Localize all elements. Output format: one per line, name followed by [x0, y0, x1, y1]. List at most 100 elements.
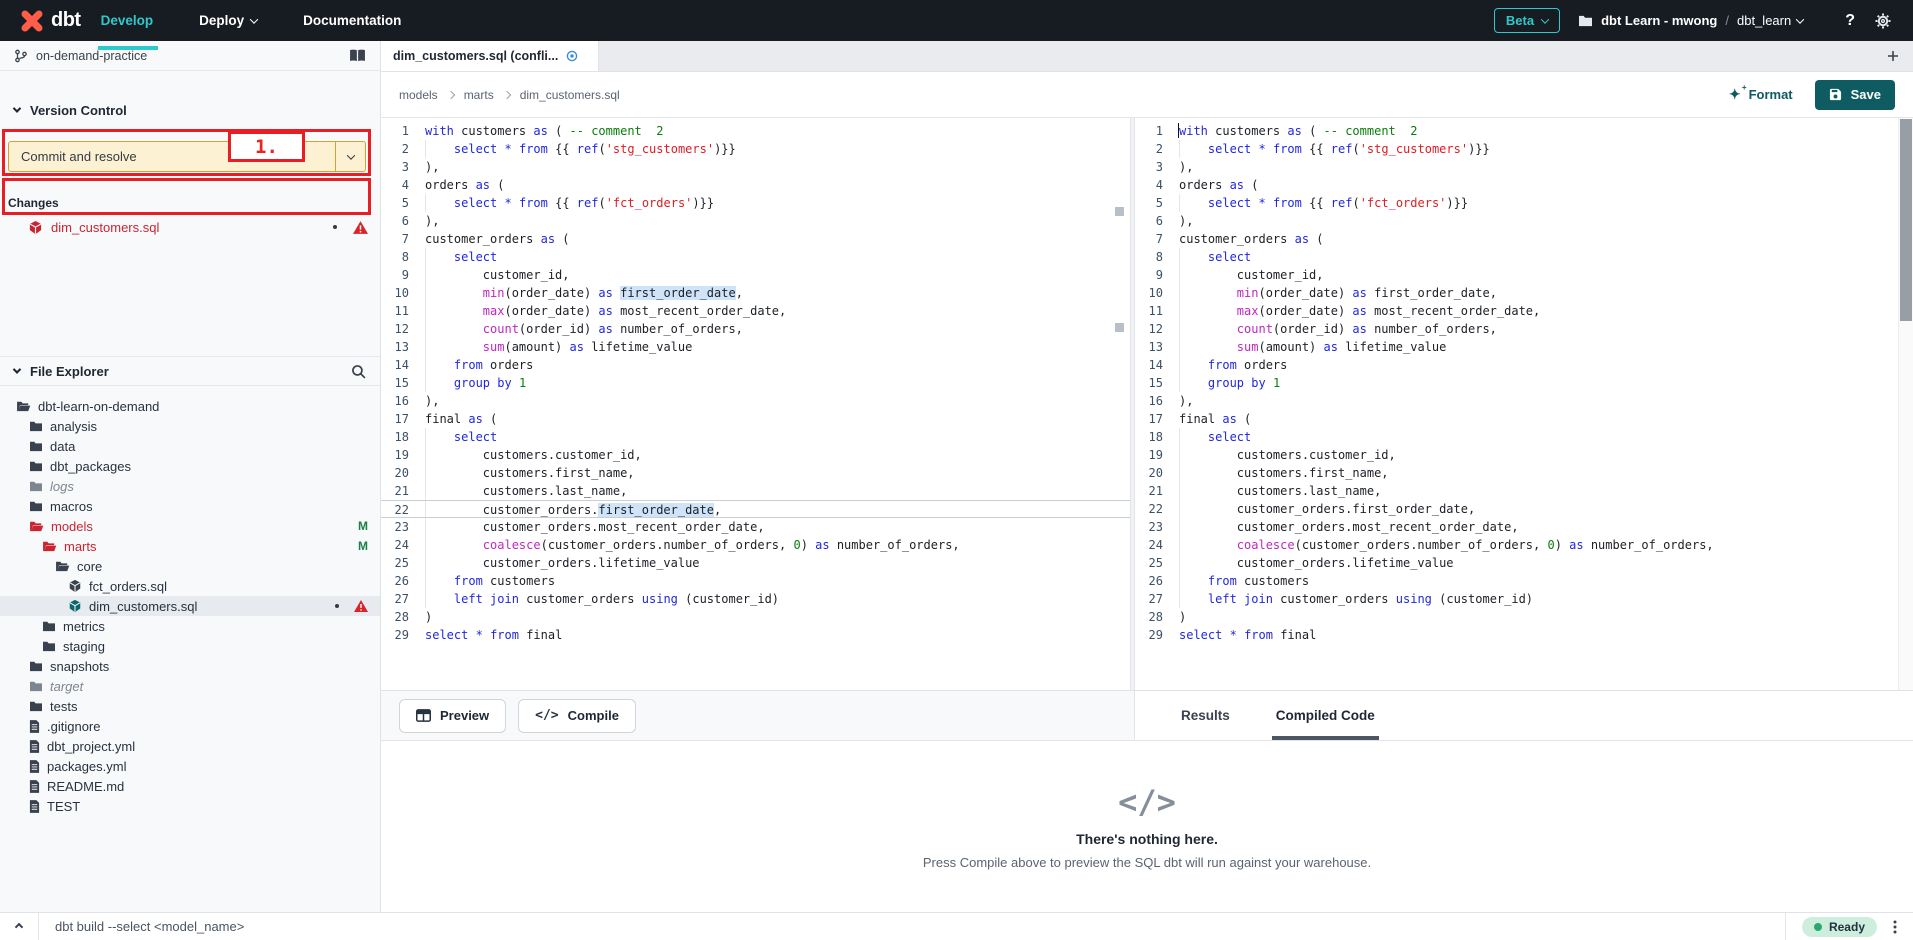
code-line: 18 select — [381, 428, 1130, 446]
code-line: 20 customers.first_name, — [381, 464, 1130, 482]
tree-item[interactable]: snapshots — [0, 656, 380, 676]
chevron-down-icon — [346, 151, 354, 159]
tree-item[interactable]: core — [0, 556, 380, 576]
nav-item-develop[interactable]: Develop — [101, 13, 154, 28]
code-line: 29select * from final — [1135, 626, 1913, 644]
tree-item[interactable]: target — [0, 676, 380, 696]
line-number: 15 — [381, 374, 421, 392]
chevron-up-icon[interactable] — [15, 922, 23, 930]
chevron-down-icon — [1796, 15, 1804, 23]
tree-item[interactable]: dim_customers.sql — [0, 596, 380, 616]
new-tab-button[interactable] — [1873, 41, 1913, 71]
commit-split-button: Commit and resolve — [8, 141, 366, 172]
tree-item[interactable]: analysis — [0, 416, 380, 436]
tree-item[interactable]: dbt_packages — [0, 456, 380, 476]
tree-item[interactable]: dbt-learn-on-demand — [0, 396, 380, 416]
branch-row: on-demand-practice — [0, 41, 380, 71]
line-number: 1 — [1135, 122, 1175, 140]
preview-button[interactable]: Preview — [399, 699, 506, 733]
breadcrumb-file: dim_customers.sql — [520, 88, 620, 102]
version-control-header[interactable]: Version Control — [0, 95, 380, 125]
text-cursor — [1178, 123, 1179, 138]
tree-item[interactable]: tests — [0, 696, 380, 716]
tree-item-name: marts — [64, 539, 97, 554]
account-switcher[interactable]: dbt Learn - mwong / dbt_learn — [1578, 13, 1803, 28]
code-line: 24 coalesce(customer_orders.number_of_or… — [381, 536, 1130, 554]
tree-item-name: metrics — [63, 619, 105, 634]
command-input[interactable]: dbt build --select <model_name> — [55, 919, 1769, 934]
commit-dropdown-button[interactable] — [336, 141, 366, 172]
dbt-logo[interactable]: dbt — [20, 9, 81, 33]
code-brackets-icon: </> — [535, 708, 558, 723]
project-name[interactable]: dbt_learn — [1737, 13, 1803, 28]
breadcrumb-marts[interactable]: marts — [464, 88, 494, 102]
tree-item[interactable]: staging — [0, 636, 380, 656]
editor-pane-right[interactable]: 1with customers as ( -- comment 22 selec… — [1135, 118, 1913, 690]
code-line: 26 from customers — [1135, 572, 1913, 590]
status-badge[interactable]: Ready — [1802, 917, 1877, 937]
commit-and-resolve-button[interactable]: Commit and resolve — [8, 141, 336, 172]
tree-item[interactable]: data — [0, 436, 380, 456]
save-floppy-icon — [1829, 88, 1842, 101]
tree-item-name: target — [50, 679, 83, 694]
line-number: 20 — [381, 464, 421, 482]
changed-file-item[interactable]: dim_customers.sql — [0, 216, 380, 238]
beta-button[interactable]: Beta — [1494, 8, 1560, 33]
nav-item-deploy[interactable]: Deploy — [199, 13, 257, 28]
scrollbar[interactable] — [1898, 118, 1913, 690]
help-icon[interactable]: ? — [1845, 12, 1855, 30]
nav-item-documentation[interactable]: Documentation — [303, 13, 401, 28]
code-line: 11 max(order_date) as most_recent_order_… — [381, 302, 1130, 320]
line-number: 2 — [1135, 140, 1175, 158]
tree-item[interactable]: dbt_project.yml — [0, 736, 380, 756]
tree-item[interactable]: TEST — [0, 796, 380, 816]
editor-pane-left[interactable]: 1with customers as ( -- comment 22 selec… — [381, 118, 1130, 690]
code-line: 1with customers as ( -- comment 2 — [1135, 122, 1913, 140]
bottom-panel: Preview </> Compile Results Compiled Cod… — [381, 690, 1913, 912]
docs-book-icon[interactable] — [349, 49, 366, 63]
tree-item[interactable]: metrics — [0, 616, 380, 636]
search-icon[interactable] — [351, 364, 366, 379]
format-button[interactable]: ✦ Format — [1729, 86, 1793, 103]
table-icon — [416, 709, 431, 722]
compiled-code-empty-state: </> There's nothing here. Press Compile … — [381, 741, 1913, 912]
file-explorer-header[interactable]: File Explorer — [0, 356, 380, 386]
tab-compiled-code[interactable]: Compiled Code — [1276, 691, 1375, 740]
tree-item[interactable]: modelsM — [0, 516, 380, 536]
overview-mark — [1115, 207, 1124, 216]
dbt-logo-icon — [20, 9, 44, 33]
tree-item[interactable]: .gitignore — [0, 716, 380, 736]
scrollbar-thumb[interactable] — [1900, 119, 1912, 321]
code-line: 1with customers as ( -- comment 2 — [381, 122, 1130, 140]
branch-name[interactable]: on-demand-practice — [36, 49, 341, 63]
code-line: 10 min(order_date) as first_order_date, — [381, 284, 1130, 302]
tree-item[interactable]: logs — [0, 476, 380, 496]
git-status-badge: M — [358, 539, 368, 553]
code-line: 29select * from final — [381, 626, 1130, 644]
code-line: 23 customer_orders.most_recent_order_dat… — [381, 518, 1130, 536]
tree-item-name: dim_customers.sql — [89, 599, 197, 614]
empty-state-title: There's nothing here. — [1076, 831, 1218, 847]
save-button[interactable]: Save — [1815, 80, 1895, 110]
tab-dim-customers[interactable]: dim_customers.sql (confli... — [381, 41, 599, 71]
tree-item[interactable]: fct_orders.sql — [0, 576, 380, 596]
tab-results[interactable]: Results — [1181, 691, 1230, 740]
tree-item[interactable]: packages.yml — [0, 756, 380, 776]
compile-button[interactable]: </> Compile — [518, 699, 636, 733]
folder-icon — [29, 700, 43, 712]
tree-item[interactable]: marts M — [0, 536, 380, 556]
tree-item-name: snapshots — [50, 659, 109, 674]
tree-item[interactable]: macros — [0, 496, 380, 516]
overview-mark — [1115, 323, 1124, 332]
tree-item-name: README.md — [47, 779, 124, 794]
settings-gear-icon[interactable] — [1875, 13, 1891, 29]
code-line: 21 customers.last_name, — [1135, 482, 1913, 500]
breadcrumb-models[interactable]: models — [399, 88, 438, 102]
code-line: 9 customer_id, — [381, 266, 1130, 284]
line-number: 26 — [1135, 572, 1175, 590]
tree-item[interactable]: README.md — [0, 776, 380, 796]
line-number: 3 — [1135, 158, 1175, 176]
kebab-menu-icon[interactable] — [1893, 920, 1897, 934]
line-number: 6 — [1135, 212, 1175, 230]
folder-icon — [29, 460, 43, 472]
